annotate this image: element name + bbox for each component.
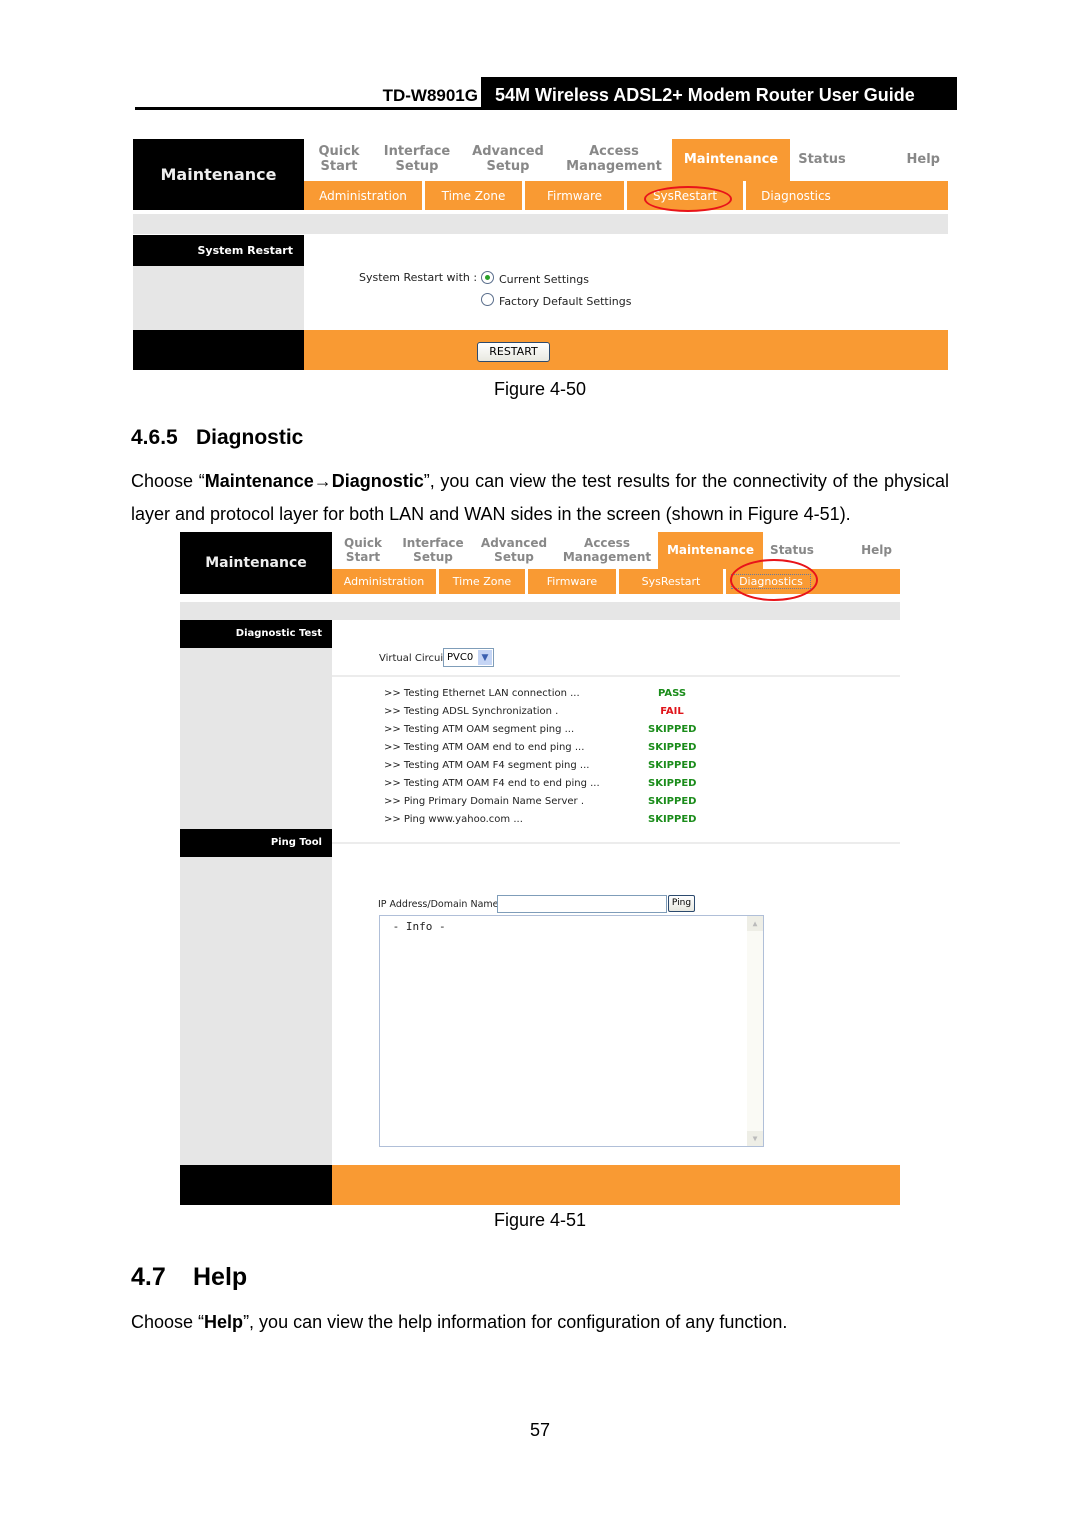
ping-info-textarea[interactable]: - Info - ▲ ▼ [379,915,764,1147]
test-result: SKIPPED [648,760,697,771]
nav-status[interactable]: Status [763,532,821,569]
chevron-down-icon: ▼ [478,650,492,665]
divider [332,842,900,844]
footer-black-block [133,330,304,370]
ip-domain-input[interactable] [497,895,667,913]
info-text: - Info - [386,920,446,933]
header-title: 54M Wireless ADSL2+ Modem Router User Gu… [481,77,957,110]
top-nav: Quick Start Interface Setup Advanced Setup … [332,532,900,569]
footer-orange-bar [304,330,948,370]
footer-black-block [180,1165,332,1205]
virtual-circuit-select[interactable]: PVC0 ▼ [443,648,494,667]
nav-help[interactable]: Help [854,139,948,181]
section-4-6-5-paragraph: Choose “Maintenance→Diagnostic”, you can… [131,471,949,524]
subnav-firmware[interactable]: Firmware [525,181,624,210]
sub-nav: Administration Time Zone Firmware SysRes… [332,569,900,594]
test-result: SKIPPED [648,742,697,753]
subnav-administration[interactable]: Administration [304,181,422,210]
test-result: SKIPPED [648,796,697,807]
nav-status[interactable]: Status [790,139,854,181]
section-title-system-restart: System Restart [133,235,304,266]
nav-access-management[interactable]: Access Management [556,139,672,181]
test-row: >> Testing ADSL Synchronization . FAIL [384,706,704,724]
test-row: >> Ping Primary Domain Name Server . SKIP… [384,796,697,807]
divider [332,675,900,677]
router-logo-maintenance: Maintenance [180,532,332,594]
subnav-administration[interactable]: Administration [332,569,436,594]
test-row: >> Testing ATM OAM segment ping ... SKIPP… [384,724,697,735]
subnav-diagnostics[interactable]: Diagnostics [746,181,846,210]
restart-button[interactable]: RESTART [477,342,550,362]
test-result: FAIL [660,706,684,717]
nav-quick-start[interactable]: Quick Start [332,532,394,569]
test-result: SKIPPED [648,724,697,735]
nav-maintenance[interactable]: Maintenance [658,532,763,569]
gray-separator-bar [133,214,948,234]
test-result: SKIPPED [648,814,697,825]
nav-help[interactable]: Help [821,532,900,569]
nav-interface-setup[interactable]: Interface Setup [374,139,460,181]
nav-interface-setup[interactable]: Interface Setup [394,532,472,569]
subnav-sysrestart[interactable]: SysRestart [627,181,743,210]
test-row: >> Ping www.yahoo.com ... SKIPPED [384,814,697,825]
virtual-circuit-label: Virtual Circuit: [379,653,451,664]
section-title-ping-tool: Ping Tool [180,829,332,857]
section-4-7-paragraph: Choose “Help”, you can view the help inf… [131,1312,788,1332]
figure-4-51-diagnostics-screenshot: Maintenance Quick Start Interface Setup Ad… [180,532,900,1205]
router-logo-maintenance: Maintenance [133,139,304,210]
figure-4-51-caption: Figure 4-51 [493,1210,587,1230]
test-result: SKIPPED [648,778,697,789]
sub-nav: Administration Time Zone Firmware SysRes… [304,181,948,210]
subnav-time-zone[interactable]: Time Zone [439,569,525,594]
figure-4-50-sysrestart-screenshot: Maintenance Quick Start Interface Setup Ad… [133,139,948,370]
sidebar-fill [180,648,332,829]
gray-separator-bar [180,602,900,620]
ip-domain-label: IP Address/Domain Name: [378,899,502,910]
radio-factory-default-label: Factory Default Settings [499,295,632,308]
page-number: 57 [529,1420,551,1440]
restart-with-label: System Restart with : [359,271,478,284]
test-result: PASS [657,688,687,699]
ping-button[interactable]: Ping [668,895,695,912]
subnav-diagnostics[interactable]: Diagnostics [726,569,816,594]
top-nav: Quick Start Interface Setup Advanced Setup … [304,139,948,181]
radio-current-settings[interactable] [481,271,494,284]
footer-orange-bar [332,1165,900,1205]
sidebar-fill [180,857,332,1165]
section-4-6-5-heading: 4.6.5 Diagnostic [131,426,304,449]
test-row: >> Testing Ethernet LAN connection ... PA… [384,688,704,706]
nav-access-management[interactable]: Access Management [556,532,658,569]
virtual-circuit-value: PVC0 [447,652,474,663]
test-row: >> Testing ATM OAM F4 end to end ping ..… [384,778,697,789]
radio-current-settings-label: Current Settings [499,273,589,286]
subnav-sysrestart[interactable]: SysRestart [619,569,723,594]
scroll-down-icon[interactable]: ▼ [747,1131,763,1146]
test-row: >> Testing ATM OAM F4 segment ping ... SK… [384,760,697,771]
nav-advanced-setup[interactable]: Advanced Setup [472,532,556,569]
test-row: >> Testing ATM OAM end to end ping ... SK… [384,742,697,753]
nav-maintenance[interactable]: Maintenance [672,139,790,181]
section-title-diagnostic-test: Diagnostic Test [180,620,332,648]
section-4-7-heading: 4.7 Help [131,1263,248,1291]
figure-4-50-caption: Figure 4-50 [493,379,587,399]
subnav-firmware[interactable]: Firmware [528,569,616,594]
radio-factory-default[interactable] [481,293,494,306]
subnav-time-zone[interactable]: Time Zone [425,181,522,210]
scroll-up-icon[interactable]: ▲ [747,916,763,931]
scrollbar[interactable]: ▲ ▼ [747,916,763,1146]
header-model: TD-W8901G [382,86,478,105]
sidebar-fill [133,266,304,330]
nav-quick-start[interactable]: Quick Start [304,139,374,181]
nav-advanced-setup[interactable]: Advanced Setup [460,139,556,181]
